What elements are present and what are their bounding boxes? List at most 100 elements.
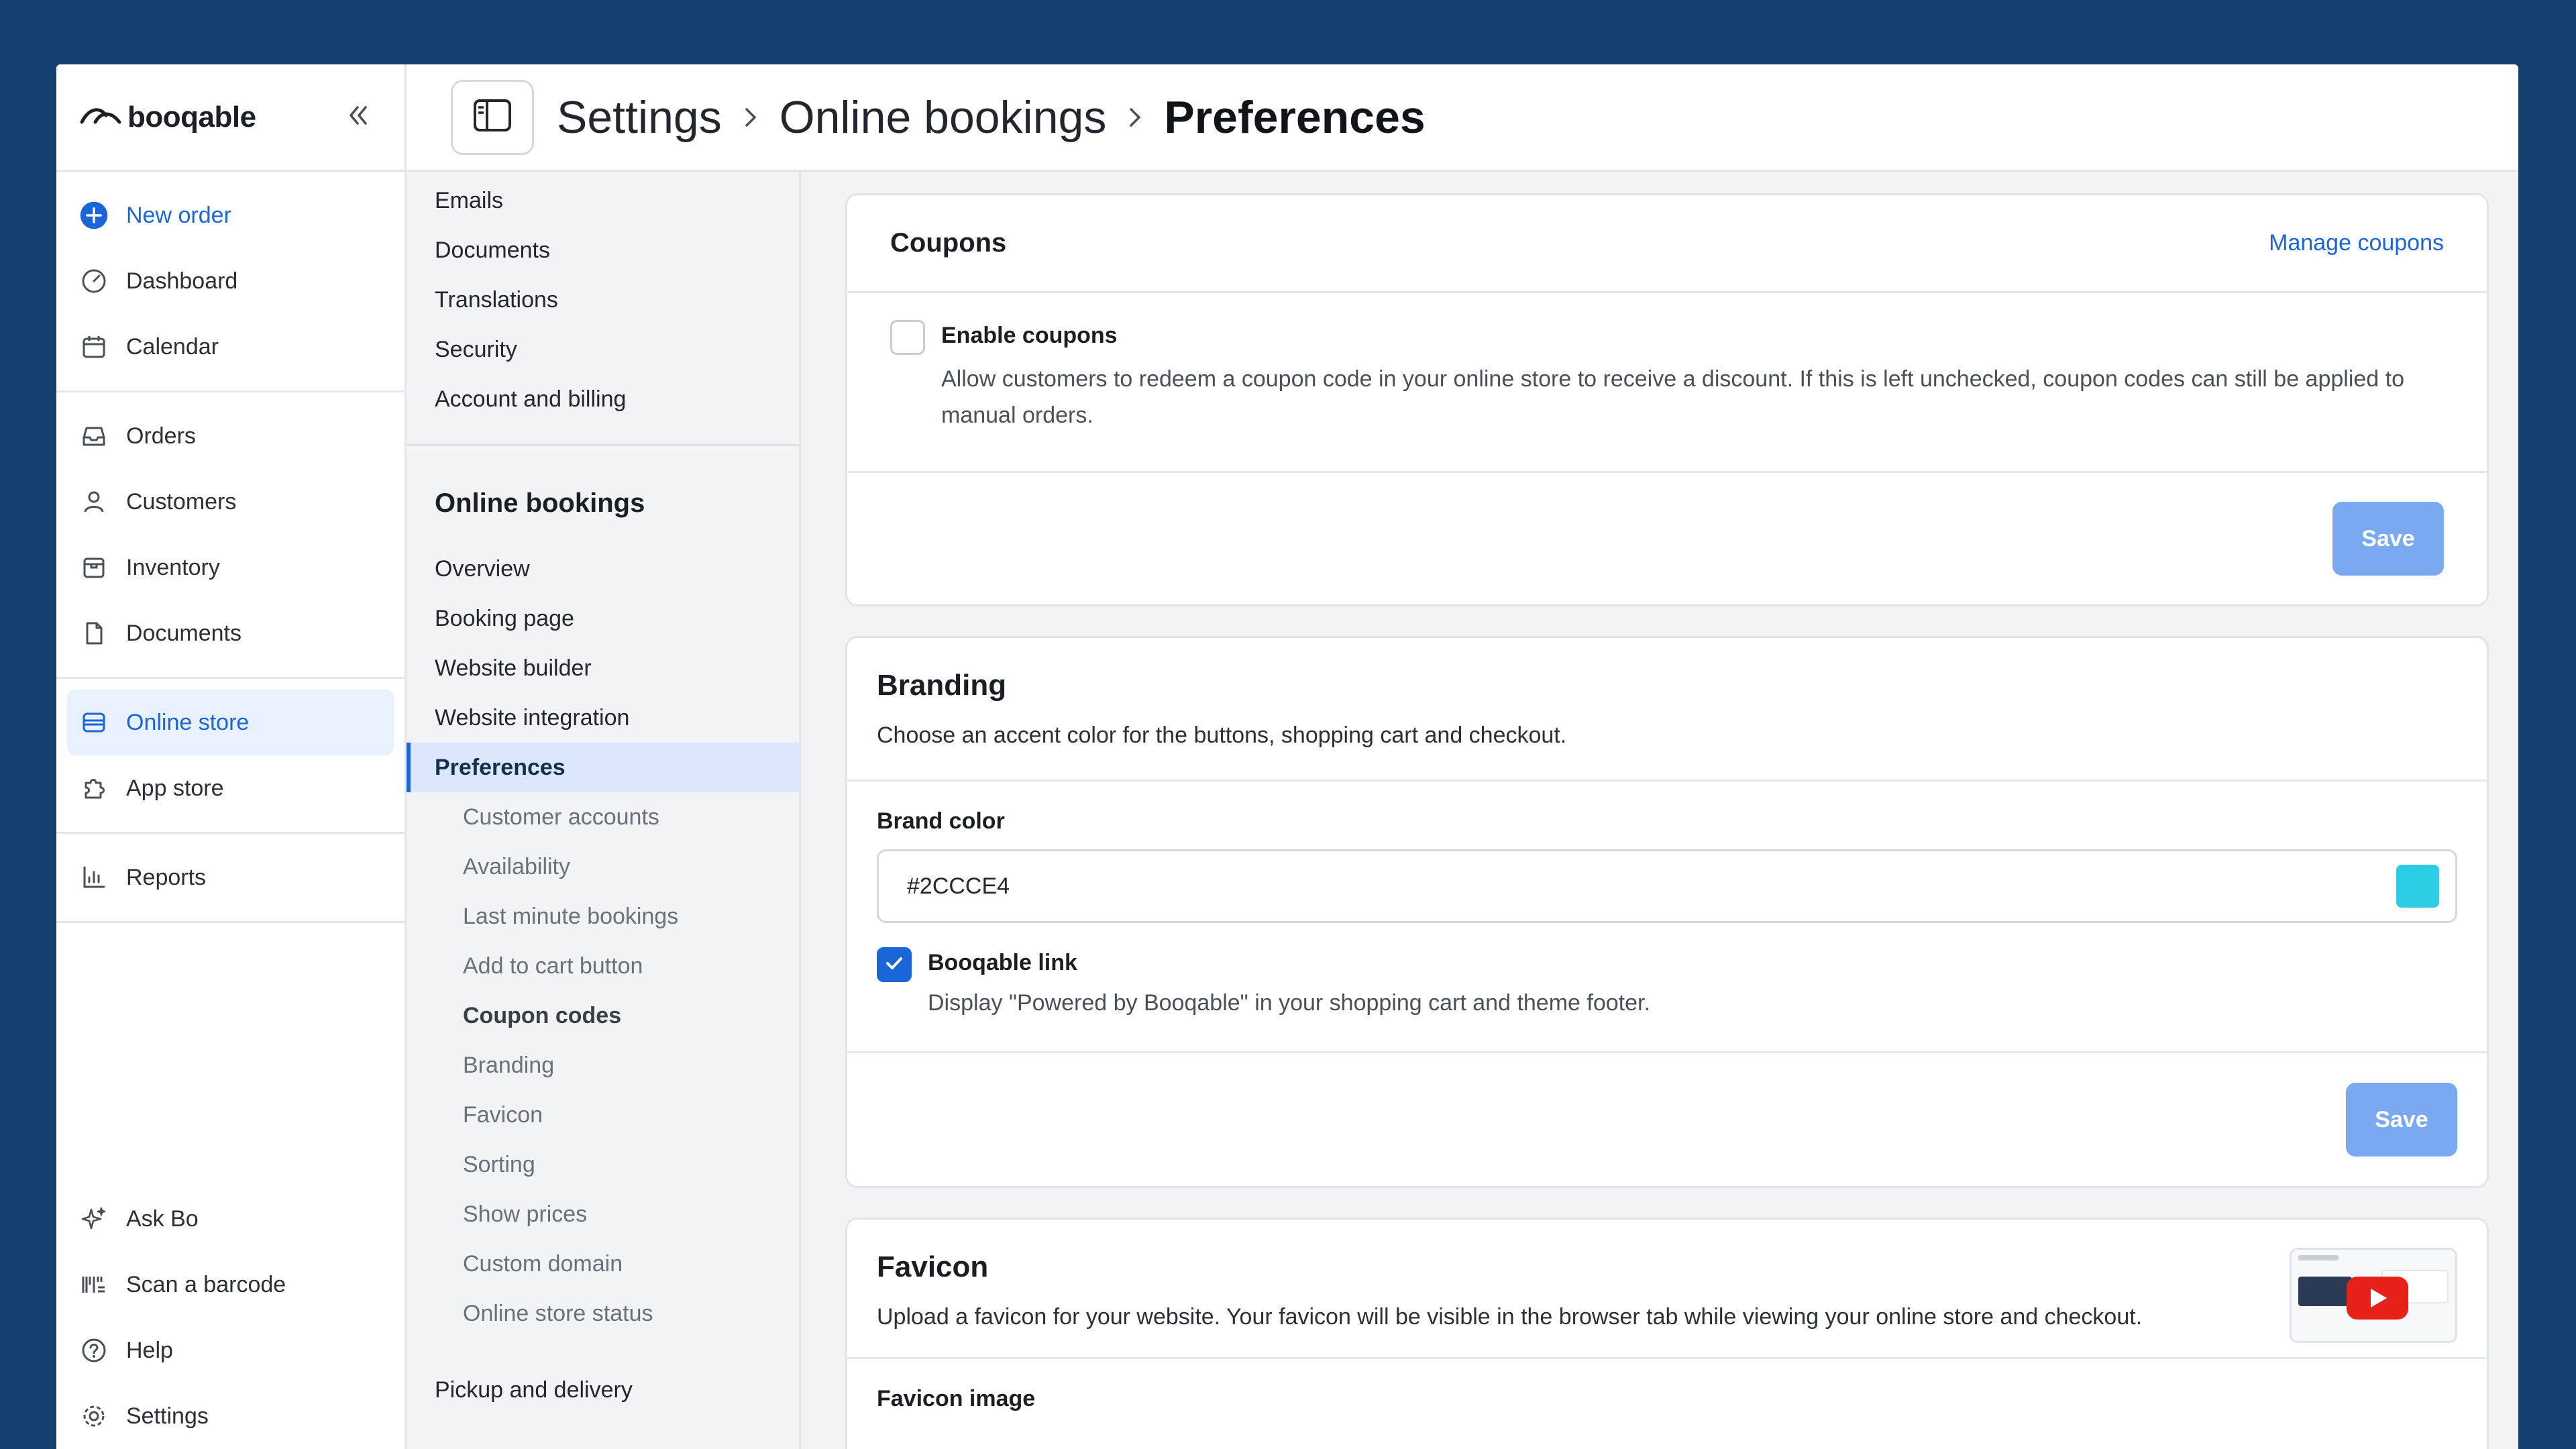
subnav-item-translations[interactable]: Translations	[407, 275, 799, 325]
brand-color-input[interactable]: #2CCCE4	[877, 849, 2457, 923]
coupons-save-button[interactable]: Save	[2332, 502, 2444, 576]
nav-item-label: Calendar	[126, 333, 219, 360]
enable-coupons-description: Allow customers to redeem a coupon code …	[941, 366, 2405, 428]
branding-save-button[interactable]: Save	[2346, 1083, 2457, 1157]
nav-item-customers[interactable]: Customers	[67, 469, 394, 535]
coupons-card-body: Enable coupons Allow customers to redeem…	[847, 293, 2487, 473]
favicon-image-label: Favicon image	[877, 1386, 1036, 1411]
box-icon	[79, 553, 109, 582]
branding-card-footer: Save	[847, 1053, 2487, 1186]
nav-item-settings[interactable]: Settings	[67, 1383, 394, 1449]
subnav-item-overview[interactable]: Overview	[407, 544, 799, 594]
brand-color-label: Brand color	[877, 808, 1005, 834]
favicon-card-header: Favicon Upload a favicon for your websit…	[847, 1220, 2487, 1359]
nav-item-online-store[interactable]: Online store	[67, 690, 394, 755]
branding-card: Branding Choose an accent color for the …	[845, 636, 2489, 1188]
nav-item-scan-barcode[interactable]: Scan a barcode	[67, 1252, 394, 1318]
barcode-icon	[79, 1270, 109, 1299]
logo-row: booqable	[56, 64, 405, 172]
branding-card-header: Branding Choose an accent color for the …	[847, 638, 2487, 782]
subnav-child-sorting[interactable]: Sorting	[407, 1140, 799, 1189]
page-title: Preferences	[1164, 91, 1426, 143]
coupons-card: Coupons Manage coupons Enable coupons Al…	[845, 193, 2489, 606]
booqable-link-row: Booqable link Display "Powered by Booqab…	[877, 947, 2457, 1018]
subnav-item-emails[interactable]: Emails	[407, 176, 799, 225]
subnav-item-pickup-delivery[interactable]: Pickup and delivery	[407, 1365, 799, 1415]
subnav-child-customer-accounts[interactable]: Customer accounts	[407, 792, 799, 842]
nav-item-reports[interactable]: Reports	[67, 845, 394, 910]
nav-item-label: Help	[126, 1337, 173, 1363]
collapse-sidebar-icon[interactable]	[343, 101, 372, 130]
nav-item-inventory[interactable]: Inventory	[67, 535, 394, 600]
subnav-child-store-status[interactable]: Online store status	[407, 1289, 799, 1338]
gear-icon	[79, 1401, 109, 1431]
breadcrumb-settings[interactable]: Settings	[557, 91, 722, 144]
nav-item-label: Dashboard	[126, 268, 238, 294]
nav-item-documents[interactable]: Documents	[67, 600, 394, 666]
nav-item-calendar[interactable]: Calendar	[67, 314, 394, 380]
nav-item-app-store[interactable]: App store	[67, 755, 394, 821]
subnav-item-website-builder[interactable]: Website builder	[407, 643, 799, 693]
favicon-card: Favicon Upload a favicon for your websit…	[845, 1218, 2489, 1449]
subnav-child-custom-domain[interactable]: Custom domain	[407, 1239, 799, 1289]
nav-item-label: Ask Bo	[126, 1205, 199, 1232]
subnav-child-availability[interactable]: Availability	[407, 842, 799, 892]
subnav-child-coupon-codes[interactable]: Coupon codes	[407, 991, 799, 1040]
nav-item-dashboard[interactable]: Dashboard	[67, 248, 394, 314]
subnav-child-branding[interactable]: Branding	[407, 1040, 799, 1090]
subnav-child-last-minute[interactable]: Last minute bookings	[407, 892, 799, 941]
gauge-icon	[79, 266, 109, 296]
subnav-item-account-billing[interactable]: Account and billing	[407, 374, 799, 424]
subnav-item-preferences[interactable]: Preferences	[407, 743, 799, 792]
settings-subnav: Emails Documents Translations Security A…	[407, 172, 801, 1449]
sidebar-panel-icon	[472, 98, 513, 136]
branding-title: Branding	[877, 669, 1007, 702]
enable-coupons-row: Enable coupons Allow customers to redeem…	[890, 320, 2444, 433]
enable-coupons-checkbox[interactable]	[890, 320, 925, 355]
nav-item-help[interactable]: Help	[67, 1318, 394, 1383]
chart-icon	[79, 863, 109, 892]
help-icon	[79, 1336, 109, 1365]
store-icon	[79, 708, 109, 737]
nav-group-reports: Reports	[56, 834, 405, 923]
favicon-description: Upload a favicon for your website. Your …	[877, 1304, 2143, 1330]
favicon-title: Favicon	[877, 1250, 989, 1283]
subnav-child-favicon[interactable]: Favicon	[407, 1090, 799, 1140]
booqable-link-checkbox[interactable]	[877, 947, 912, 982]
subnav-heading: Online bookings	[435, 488, 645, 518]
user-icon	[79, 487, 109, 517]
booqable-logo-icon	[79, 102, 122, 132]
file-icon	[79, 619, 109, 648]
calendar-icon	[79, 332, 109, 362]
main-content: Coupons Manage coupons Enable coupons Al…	[801, 172, 2518, 1449]
nav-item-new-order[interactable]: New order	[67, 182, 394, 248]
booqable-link-label: Booqable link	[928, 950, 1077, 975]
plus-circle-icon	[79, 201, 109, 230]
subnav-child-show-prices[interactable]: Show prices	[407, 1189, 799, 1239]
manage-coupons-link[interactable]: Manage coupons	[2269, 230, 2444, 256]
nav-item-label: Orders	[126, 423, 196, 449]
nav-item-label: Settings	[126, 1403, 209, 1429]
subnav-item-website-integration[interactable]: Website integration	[407, 693, 799, 743]
subnav-item-security[interactable]: Security	[407, 325, 799, 374]
favicon-video-thumbnail[interactable]	[2290, 1248, 2457, 1343]
branding-card-body: Brand color #2CCCE4 Booqable link Displa…	[847, 782, 2487, 1053]
youtube-play-icon	[2347, 1277, 2408, 1323]
nav-bottom-group: Ask Bo Scan a barcode Help Settings	[67, 1181, 394, 1449]
subnav-child-add-to-cart[interactable]: Add to cart button	[407, 941, 799, 991]
brand-color-swatch[interactable]	[2396, 865, 2439, 908]
chevron-right-icon	[741, 104, 761, 131]
nav-item-label: Documents	[126, 620, 241, 646]
nav-item-ask-bo[interactable]: Ask Bo	[67, 1186, 394, 1252]
logo-text: booqable	[127, 100, 256, 133]
nav-item-label: Reports	[126, 864, 207, 890]
subnav-item-booking-page[interactable]: Booking page	[407, 594, 799, 643]
brand-color-value: #2CCCE4	[907, 873, 1010, 899]
subnav-item-documents[interactable]: Documents	[407, 225, 799, 275]
app-window: booqable New order Dashboard Calendar Or…	[56, 64, 2518, 1449]
breadcrumb: Settings Online bookings Preferences	[557, 91, 1426, 144]
nav-item-orders[interactable]: Orders	[67, 403, 394, 469]
breadcrumb-online-bookings[interactable]: Online bookings	[780, 91, 1107, 144]
chevron-right-icon	[1125, 104, 1145, 131]
toggle-subnav-button[interactable]	[451, 79, 534, 155]
